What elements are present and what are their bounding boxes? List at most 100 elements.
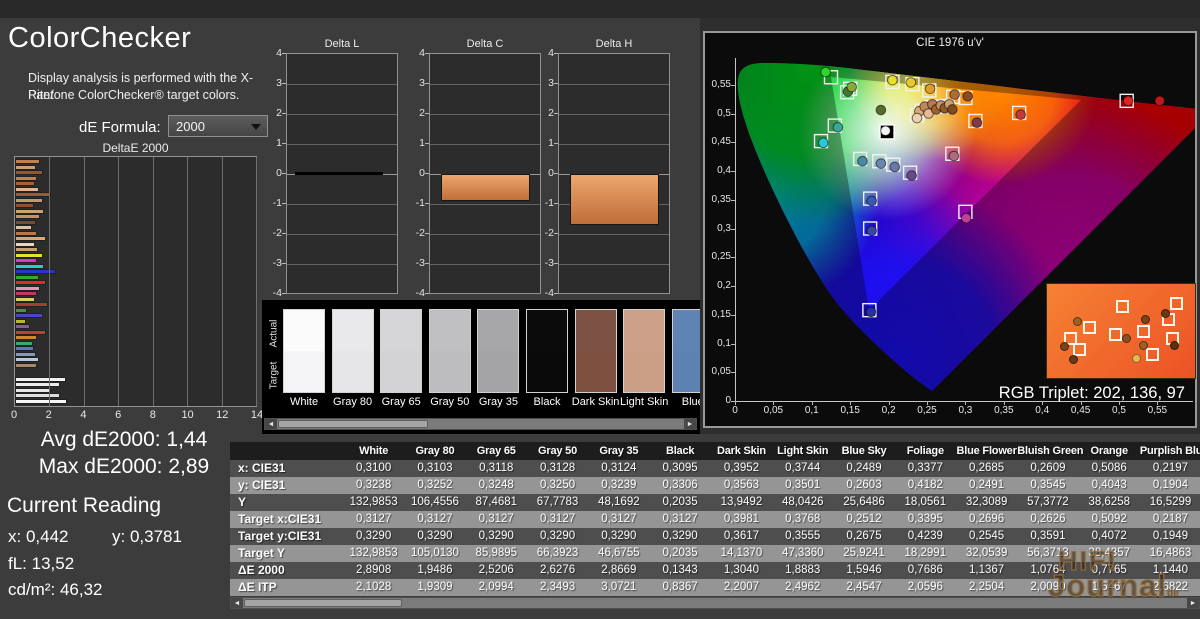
table-cell: 0,3124 <box>601 462 637 474</box>
avg-de2000-stat: Avg dE2000: 1,44 <box>40 428 208 451</box>
scroll-left-icon[interactable]: ◄ <box>231 598 243 608</box>
table-cell: 0,4043 <box>1091 479 1127 491</box>
table-cell: 38,6258 <box>1088 496 1130 508</box>
cie-y-tick <box>731 142 735 144</box>
deltae-bar <box>16 292 36 295</box>
table-cell: 0,2675 <box>846 530 882 542</box>
deltae-gridline <box>118 157 120 406</box>
table-cell: 0,3095 <box>662 462 698 474</box>
delta-gridline <box>287 204 397 205</box>
cie-y-tick-label: 0,3 <box>717 222 731 234</box>
swatch-dark-skin <box>574 309 617 393</box>
deltae-bar <box>16 160 40 163</box>
cie-measured-point <box>880 125 891 137</box>
inset-target-square <box>1136 324 1150 338</box>
cie-measured-point <box>924 83 936 95</box>
cie-y-tick-label: 0,25 <box>711 251 731 263</box>
delta-y-tick-label: -4 <box>415 287 425 299</box>
table-cell: 2,0596 <box>907 581 943 593</box>
deltae-x-tick-label: 12 <box>216 409 229 421</box>
description-line2: Pantone ColorChecker® target colors. <box>28 88 240 102</box>
table-cell: 0,2696 <box>969 513 1005 525</box>
deltae-bar <box>16 281 46 284</box>
table-cell: 0,7765 <box>1091 564 1127 576</box>
delta-gridline <box>430 264 540 265</box>
table-cell: 0,3395 <box>907 513 943 525</box>
table-cell: 0,3306 <box>662 479 698 491</box>
column-header: Gray 35 <box>599 445 639 457</box>
table-cell: 0,3248 <box>478 479 514 491</box>
swatch-target <box>478 351 519 392</box>
delta-value-bar <box>570 174 659 225</box>
inset-measured-dot <box>1132 353 1142 363</box>
cie-measured-point <box>949 89 960 100</box>
scroll-right-icon[interactable]: ► <box>684 419 696 429</box>
column-header: Bluish Green <box>1017 445 1084 457</box>
table-cell: 2,2007 <box>723 581 760 593</box>
delta-y-tick <box>282 53 286 54</box>
table-cell: 47,3360 <box>781 547 824 559</box>
table-cell: 13,9492 <box>720 496 763 508</box>
scroll-left-icon[interactable]: ◄ <box>265 419 277 429</box>
inset-measured-dot <box>1059 342 1069 352</box>
table-header-row: White Gray 80 Gray 65 Gray 50 Gray 35 Black Da… <box>230 442 1200 460</box>
cie-x-tick-label: 0,05 <box>763 405 784 416</box>
cie-y-tick <box>731 314 735 316</box>
cie-measured-point <box>857 155 868 167</box>
column-header: Dark Skin <box>716 445 766 457</box>
table-cell: 2,2504 <box>969 581 1005 593</box>
cie-y-tick <box>731 113 735 115</box>
table-row: Target y:CIE31 0,3290 0,3290 0,3290 0,3290 0,… <box>230 528 1200 545</box>
cie-y-tick <box>731 84 735 86</box>
table-cell: 2,4547 <box>846 581 882 593</box>
cie-measured-point <box>889 161 901 173</box>
table-row: x: CIE31 0,3100 0,3103 0,3118 0,3128 0,3124 0,… <box>230 460 1200 477</box>
table-cell: 0,2512 <box>846 513 882 525</box>
delta-y-tick-label: 4 <box>548 47 554 59</box>
reading-fl: fL: 13,52 <box>8 554 75 573</box>
scroll-right-icon[interactable]: ► <box>1187 598 1199 608</box>
delta-y-tick-label: 4 <box>276 47 282 59</box>
table-scrollbar[interactable]: ◄ ► <box>230 597 1200 609</box>
deltae-bar <box>16 341 33 345</box>
table-cell: 2,6822 <box>1152 581 1189 593</box>
cie-measured-point <box>866 225 878 237</box>
table-cell: 2,0994 <box>478 581 514 593</box>
delta-y-tick <box>282 203 286 204</box>
swatch-target <box>381 351 422 392</box>
deltae-bar <box>16 242 34 246</box>
table-cell: 0,3252 <box>417 479 453 491</box>
swatch-scrollbar[interactable]: ◄ ► <box>264 418 697 430</box>
reading-x: x: 0,442 <box>8 527 69 546</box>
table-cell: 2,4962 <box>785 581 821 593</box>
table-cell: 16,5299 <box>1149 496 1192 508</box>
cie-measured-point <box>1015 109 1026 120</box>
row-label: Target x:CIE31 <box>238 512 322 526</box>
cie-measured-point <box>905 77 917 88</box>
deltae-bar <box>16 259 37 262</box>
deltae-bar <box>16 388 51 392</box>
deltae-gridline <box>256 157 257 406</box>
deltae2000-bar-chart <box>14 156 257 407</box>
delta-value-bar <box>441 174 530 201</box>
delta-y-tick <box>425 143 429 144</box>
delta-y-tick-label: -4 <box>544 287 554 299</box>
column-header: Purplish Blu <box>1139 445 1200 457</box>
table-cell: 48,1692 <box>598 496 640 508</box>
delta-y-tick <box>554 113 558 114</box>
deltae-gridline <box>152 157 154 406</box>
de-formula-dropdown[interactable]: 2000 <box>168 115 268 137</box>
table-cell: 0,2491 <box>969 479 1005 491</box>
swatch-scrollbar-thumb[interactable] <box>278 420 428 428</box>
cie-x-tick-label: 0,2 <box>881 405 896 416</box>
swatch-actual <box>527 310 567 351</box>
cie-measured-point <box>1122 95 1134 107</box>
table-cell: 0,3239 <box>601 479 637 491</box>
deltae-bar <box>16 176 37 180</box>
table-scrollbar-thumb[interactable] <box>244 599 402 607</box>
table-cell: 0,2626 <box>1030 513 1066 525</box>
swatch-actual <box>624 310 665 351</box>
table-cell: 0,8367 <box>662 581 698 593</box>
table-cell: 0,2489 <box>846 462 882 474</box>
deltae-x-tick-label: 0 <box>10 409 18 421</box>
